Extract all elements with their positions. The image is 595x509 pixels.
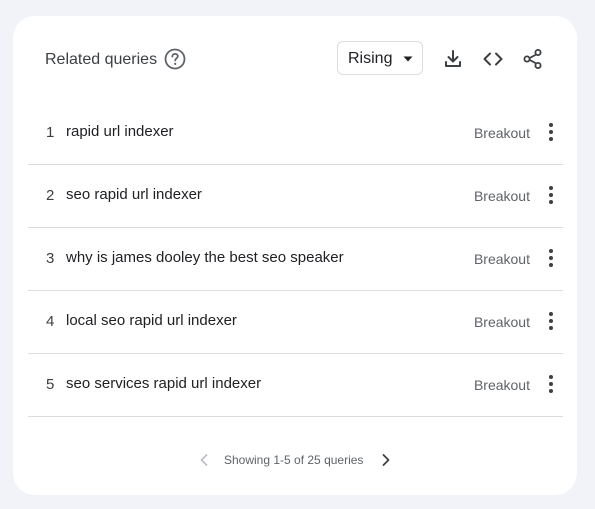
help-circle-icon[interactable] (163, 47, 187, 71)
more-vert-icon[interactable] (547, 248, 555, 268)
query-row: 5 seo services rapid url indexer Breakou… (28, 354, 563, 417)
chevron-left-icon[interactable] (197, 453, 211, 467)
pagination: Showing 1-5 of 25 queries (13, 448, 577, 472)
row-rank: 2 (46, 187, 55, 204)
row-value: Breakout (473, 125, 530, 141)
row-value: Breakout (473, 251, 530, 267)
dropdown-selected-value: Rising (348, 50, 393, 67)
query-link[interactable]: why is james dooley the best seo speaker (66, 249, 344, 267)
caret-down-icon (403, 56, 413, 62)
pagination-status: Showing 1-5 of 25 queries (224, 453, 364, 467)
row-rank: 3 (46, 250, 55, 267)
embed-code-icon[interactable] (481, 47, 505, 71)
query-link[interactable]: local seo rapid url indexer (66, 312, 237, 330)
query-row: 2 seo rapid url indexer Breakout (28, 165, 563, 228)
more-vert-icon[interactable] (547, 122, 555, 142)
query-row: 1 rapid url indexer Breakout (28, 102, 563, 165)
download-icon[interactable] (441, 47, 465, 71)
more-vert-icon[interactable] (547, 185, 555, 205)
rising-filter-dropdown[interactable]: Rising (337, 41, 423, 75)
share-icon[interactable] (521, 47, 545, 71)
query-row: 4 local seo rapid url indexer Breakout (28, 291, 563, 354)
more-vert-icon[interactable] (547, 374, 555, 394)
row-value: Breakout (473, 314, 530, 330)
row-rank: 1 (46, 124, 55, 141)
query-link[interactable]: seo services rapid url indexer (66, 375, 261, 393)
related-queries-card: Related queries Rising 1 rapid url index… (13, 16, 577, 495)
queries-list: 1 rapid url indexer Breakout 2 seo rapid… (28, 102, 563, 417)
query-row: 3 why is james dooley the best seo speak… (28, 228, 563, 291)
row-rank: 4 (46, 313, 55, 330)
card-header: Related queries Rising (13, 16, 577, 106)
row-rank: 5 (46, 376, 55, 393)
query-link[interactable]: rapid url indexer (66, 123, 174, 141)
row-value: Breakout (473, 188, 530, 204)
query-link[interactable]: seo rapid url indexer (66, 186, 202, 204)
chevron-right-icon[interactable] (379, 453, 393, 467)
card-title: Related queries (45, 51, 158, 68)
more-vert-icon[interactable] (547, 311, 555, 331)
row-value: Breakout (473, 377, 530, 393)
